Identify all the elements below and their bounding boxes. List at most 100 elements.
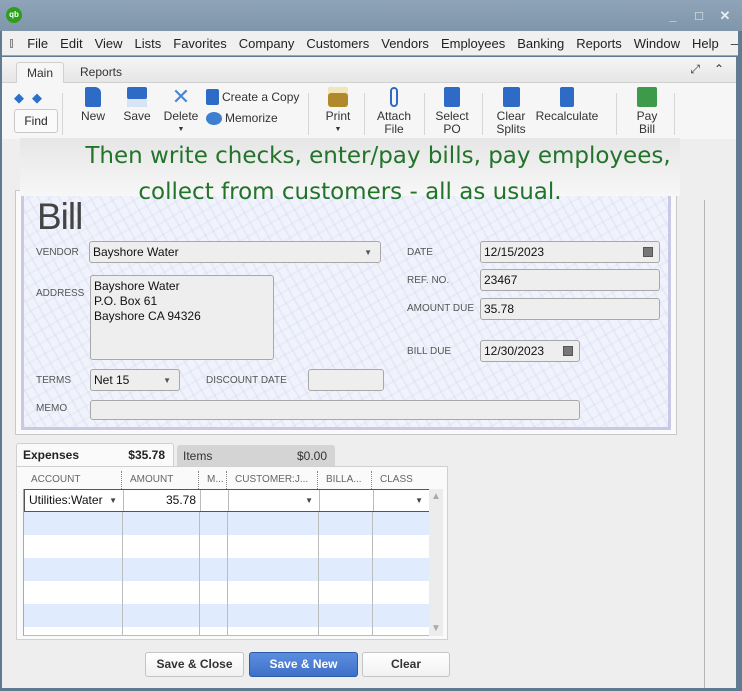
menu-lists[interactable]: Lists — [129, 36, 168, 51]
save-label: Save — [123, 109, 151, 123]
scroll-down-icon[interactable]: ▼ — [431, 623, 441, 634]
column-billable[interactable]: BILLA... — [317, 471, 371, 491]
minimize-window-icon[interactable]: _ — [666, 8, 680, 24]
create-copy-label: Create a Copy — [222, 90, 300, 104]
menu-company[interactable]: Company — [233, 36, 301, 51]
new-label: New — [80, 109, 105, 123]
amount-due-field[interactable]: 35.78 — [480, 298, 660, 320]
save-close-button[interactable]: Save & Close — [145, 652, 244, 677]
memorize-label: Memorize — [225, 111, 278, 125]
save-button[interactable]: Save — [122, 87, 152, 123]
menu-customers[interactable]: Customers — [300, 36, 375, 51]
menu-favorites[interactable]: Favorites — [167, 36, 232, 51]
tab-items[interactable]: Items $0.00 — [177, 445, 335, 467]
menu-edit[interactable]: Edit — [54, 36, 88, 51]
delete-dropdown-icon[interactable]: ▼ — [163, 123, 199, 136]
ref-no-field[interactable]: 23467 — [480, 269, 660, 291]
tab-expenses[interactable]: Expenses $35.78 — [16, 443, 174, 467]
amount-due-label: AMOUNT DUE — [407, 303, 475, 314]
splits-label: Splits — [496, 122, 526, 136]
table-row[interactable] — [24, 558, 429, 581]
split-tabs: Expenses $35.78 Items $0.00 — [16, 443, 446, 467]
menu-window[interactable]: Window — [628, 36, 686, 51]
amount-cell[interactable]: 35.78 — [124, 490, 201, 511]
customer-cell[interactable]: ▼ — [229, 490, 320, 511]
class-cell[interactable]: ▼ — [374, 490, 429, 511]
menu-reports[interactable]: Reports — [570, 36, 628, 51]
terms-dropdown[interactable]: Net 15 ▼ — [90, 369, 180, 391]
menu-view[interactable]: View — [89, 36, 129, 51]
table-row[interactable] — [24, 627, 429, 635]
column-customer-job[interactable]: CUSTOMER:J... — [226, 471, 317, 491]
table-row[interactable] — [24, 604, 429, 627]
clear-splits-icon — [502, 87, 520, 107]
new-button[interactable]: New — [80, 87, 106, 123]
menu-bar: File Edit View Lists Favorites Company C… — [2, 31, 738, 56]
terms-value: Net 15 — [94, 373, 130, 387]
maximize-window-icon[interactable]: □ — [692, 8, 706, 24]
create-copy-button[interactable]: Create a Copy — [206, 89, 299, 105]
column-amount[interactable]: AMOUNT — [121, 471, 198, 491]
pay-label: Pay — [636, 109, 658, 123]
pay-bill-money-icon — [637, 87, 657, 107]
save-new-button[interactable]: Save & New — [249, 652, 358, 677]
delete-button[interactable]: ✕ Delete ▼ — [163, 86, 199, 136]
table-row[interactable] — [24, 512, 429, 535]
menu-help[interactable]: Help — [686, 36, 725, 51]
date-field[interactable]: 12/15/2023 — [480, 241, 660, 263]
tab-reports[interactable]: Reports — [70, 62, 132, 84]
memorize-button[interactable]: Memorize — [206, 111, 278, 125]
attach-file-button[interactable]: Attach File — [376, 87, 412, 136]
bill-due-value: 12/30/2023 — [484, 344, 545, 358]
memo-cell[interactable] — [201, 490, 229, 511]
panel-border — [704, 200, 705, 688]
address-label: ADDRESS — [36, 288, 85, 299]
print-button[interactable]: Print ▼ — [324, 87, 352, 136]
recalculate-button[interactable]: Recalculate — [535, 87, 599, 123]
calendar-icon[interactable] — [643, 247, 653, 257]
attach-label: Attach — [376, 109, 412, 123]
column-account[interactable]: ACCOUNT — [23, 471, 121, 491]
billable-cell[interactable] — [320, 490, 374, 511]
column-class[interactable]: CLASS — [371, 471, 427, 491]
ribbon-tabs: Main Reports ⤢ ⌃ — [2, 57, 736, 84]
menu-employees[interactable]: Employees — [435, 36, 511, 51]
bill-due-field[interactable]: 12/30/2023 — [480, 340, 580, 362]
clear-splits-button[interactable]: Clear Splits — [494, 87, 528, 136]
chevron-down-icon: ▼ — [415, 496, 423, 505]
expand-icon[interactable]: ⤢ — [690, 62, 700, 77]
system-menu-icon[interactable] — [10, 38, 14, 48]
memo-field[interactable] — [90, 400, 580, 420]
menu-vendors[interactable]: Vendors — [375, 36, 435, 51]
collapse-ribbon-icon[interactable]: ⌃ — [714, 62, 724, 77]
grid-scrollbar[interactable]: ▲ ▼ — [429, 489, 443, 636]
tab-main[interactable]: Main — [16, 62, 65, 84]
pay-bill-button[interactable]: Pay Bill — [632, 87, 662, 136]
vendor-dropdown[interactable]: Bayshore Water ▼ — [89, 241, 381, 263]
table-row[interactable] — [24, 581, 429, 604]
title-bar: qb _ □ ✕ — [0, 0, 742, 31]
paperclip-icon — [390, 87, 398, 107]
account-cell[interactable]: Utilities:Water ▼ — [25, 490, 124, 511]
table-row[interactable]: Utilities:Water ▼ 35.78 ▼ ▼ — [24, 489, 429, 512]
next-arrow-icon[interactable]: ◆ — [32, 90, 42, 106]
discount-date-field[interactable] — [308, 369, 384, 391]
find-button[interactable]: Find — [14, 109, 58, 133]
vendor-label: VENDOR — [36, 247, 79, 258]
print-dropdown-icon[interactable]: ▼ — [324, 123, 352, 136]
previous-arrow-icon[interactable]: ◆ — [14, 90, 24, 106]
table-row[interactable] — [24, 535, 429, 558]
clear-button[interactable]: Clear — [362, 652, 450, 677]
menu-file[interactable]: File — [21, 36, 54, 51]
select-label: Select — [435, 109, 469, 123]
minimize-form-icon[interactable]: – — [731, 36, 738, 51]
tutorial-banner: Then write checks, enter/pay bills, pay … — [20, 138, 680, 205]
calendar-icon[interactable] — [563, 346, 573, 356]
scroll-up-icon[interactable]: ▲ — [431, 491, 441, 502]
date-label: DATE — [407, 247, 433, 258]
select-po-button[interactable]: Select PO — [434, 87, 470, 136]
menu-banking[interactable]: Banking — [511, 36, 570, 51]
column-memo[interactable]: M... — [198, 471, 226, 491]
close-window-icon[interactable]: ✕ — [718, 8, 732, 24]
address-field[interactable]: Bayshore Water P.O. Box 61 Bayshore CA 9… — [90, 275, 274, 360]
